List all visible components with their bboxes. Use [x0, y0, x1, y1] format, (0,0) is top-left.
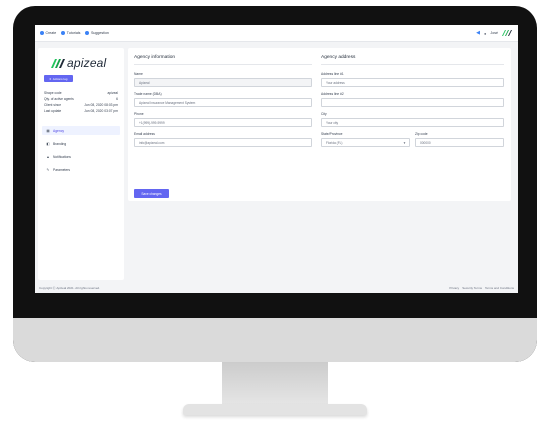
building-icon: ▦ — [46, 128, 50, 133]
monitor-chin — [13, 318, 537, 362]
sidebar-item-parameters[interactable]: ✎ Parameters — [42, 165, 120, 174]
security-terms-link[interactable]: Security Terms — [462, 286, 482, 290]
address1-field[interactable]: Your address — [321, 78, 504, 87]
city-field[interactable]: Your city — [321, 118, 504, 127]
address2-label: Address line #2 — [321, 92, 344, 96]
sidebar-item-branding[interactable]: ◧ Branding — [42, 139, 120, 148]
megaphone-icon[interactable]: ◀ — [476, 30, 480, 36]
apizeal-mini-logo — [502, 30, 512, 36]
state-select[interactable]: Florida (FL) ▼ — [321, 138, 410, 147]
user-icon[interactable]: ● — [484, 31, 486, 36]
footer-links: Privacy Security Terms Terms and Conditi… — [449, 286, 514, 290]
info-shape-code: Shape code apizeal — [44, 91, 118, 95]
plus-circle-icon — [40, 31, 44, 35]
divider — [134, 64, 312, 65]
phone-label: Phone — [134, 112, 144, 116]
top-bar: Create Tutorials Suggestion ◀ ● José — [35, 25, 518, 42]
email-field[interactable]: info@apizeal.com — [134, 138, 312, 147]
list-icon: ≡ — [49, 76, 52, 81]
apizeal-logo-mark — [51, 58, 65, 68]
sidebar-item-agency[interactable]: ▦ Agency — [42, 126, 120, 135]
monitor-stand-neck — [222, 362, 328, 406]
people-icon — [85, 31, 90, 35]
screen: Create Tutorials Suggestion ◀ ● José api… — [35, 25, 518, 293]
terms-link[interactable]: Terms and Conditions — [485, 286, 514, 290]
copyright-text: Copyright Ⓒ Apizeal 2021. All rights res… — [39, 286, 101, 290]
name-field[interactable]: Apizeal — [134, 78, 312, 87]
sidebar-item-notifications[interactable]: ▲ Notifications — [42, 152, 120, 161]
info-active-agents: Qty. of active agents 6 — [44, 97, 118, 101]
bell-icon: ▲ — [46, 154, 50, 159]
agency-information-title: Agency information — [134, 55, 176, 60]
logo-text: apizeal — [67, 56, 107, 70]
monitor-stand-base — [183, 404, 367, 415]
zip-field[interactable]: 000000 — [415, 138, 504, 147]
trade-name-field[interactable]: Apizeal Insurance Management System — [134, 98, 312, 107]
phone-field[interactable]: +1(999)-999-9999 — [134, 118, 312, 127]
save-changes-button[interactable]: Save changes — [134, 189, 169, 198]
suggestion-link[interactable]: Suggestion — [85, 31, 109, 35]
palette-icon: ◧ — [46, 141, 50, 146]
sidebar: apizeal ≡ Actions log Shape code apizeal… — [38, 48, 124, 280]
divider — [321, 64, 504, 65]
chevron-down-icon: ▼ — [403, 140, 406, 145]
actions-log-button[interactable]: ≡ Actions log — [44, 75, 73, 82]
user-name[interactable]: José — [490, 31, 498, 35]
privacy-link[interactable]: Privacy — [449, 286, 459, 290]
zip-label: Zip code — [415, 132, 428, 136]
wrench-icon: ✎ — [46, 167, 50, 172]
state-label: State/Province — [321, 132, 343, 136]
email-label: Email address — [134, 132, 155, 136]
top-bar-right: ◀ ● José — [476, 25, 512, 41]
city-label: City — [321, 112, 327, 116]
create-link[interactable]: Create — [40, 31, 56, 35]
agency-address-title: Agency address — [321, 55, 356, 60]
footer: Copyright Ⓒ Apizeal 2021. All rights res… — [35, 284, 518, 293]
address1-label: Address line #1 — [321, 72, 344, 76]
tutorials-link[interactable]: Tutorials — [61, 31, 80, 35]
name-label: Name — [134, 72, 143, 76]
info-client-since: Client since Jun 08, 2020 08:03 pm — [44, 103, 118, 107]
address2-field[interactable] — [321, 98, 504, 107]
main-panel: Agency information Agency address Name A… — [128, 48, 511, 201]
trade-name-label: Trade name (DBA) — [134, 92, 162, 96]
apizeal-logo: apizeal — [51, 56, 106, 70]
video-icon — [61, 31, 66, 35]
info-last-update: Last update Jun 08, 2020 03:07 pm — [44, 109, 118, 113]
